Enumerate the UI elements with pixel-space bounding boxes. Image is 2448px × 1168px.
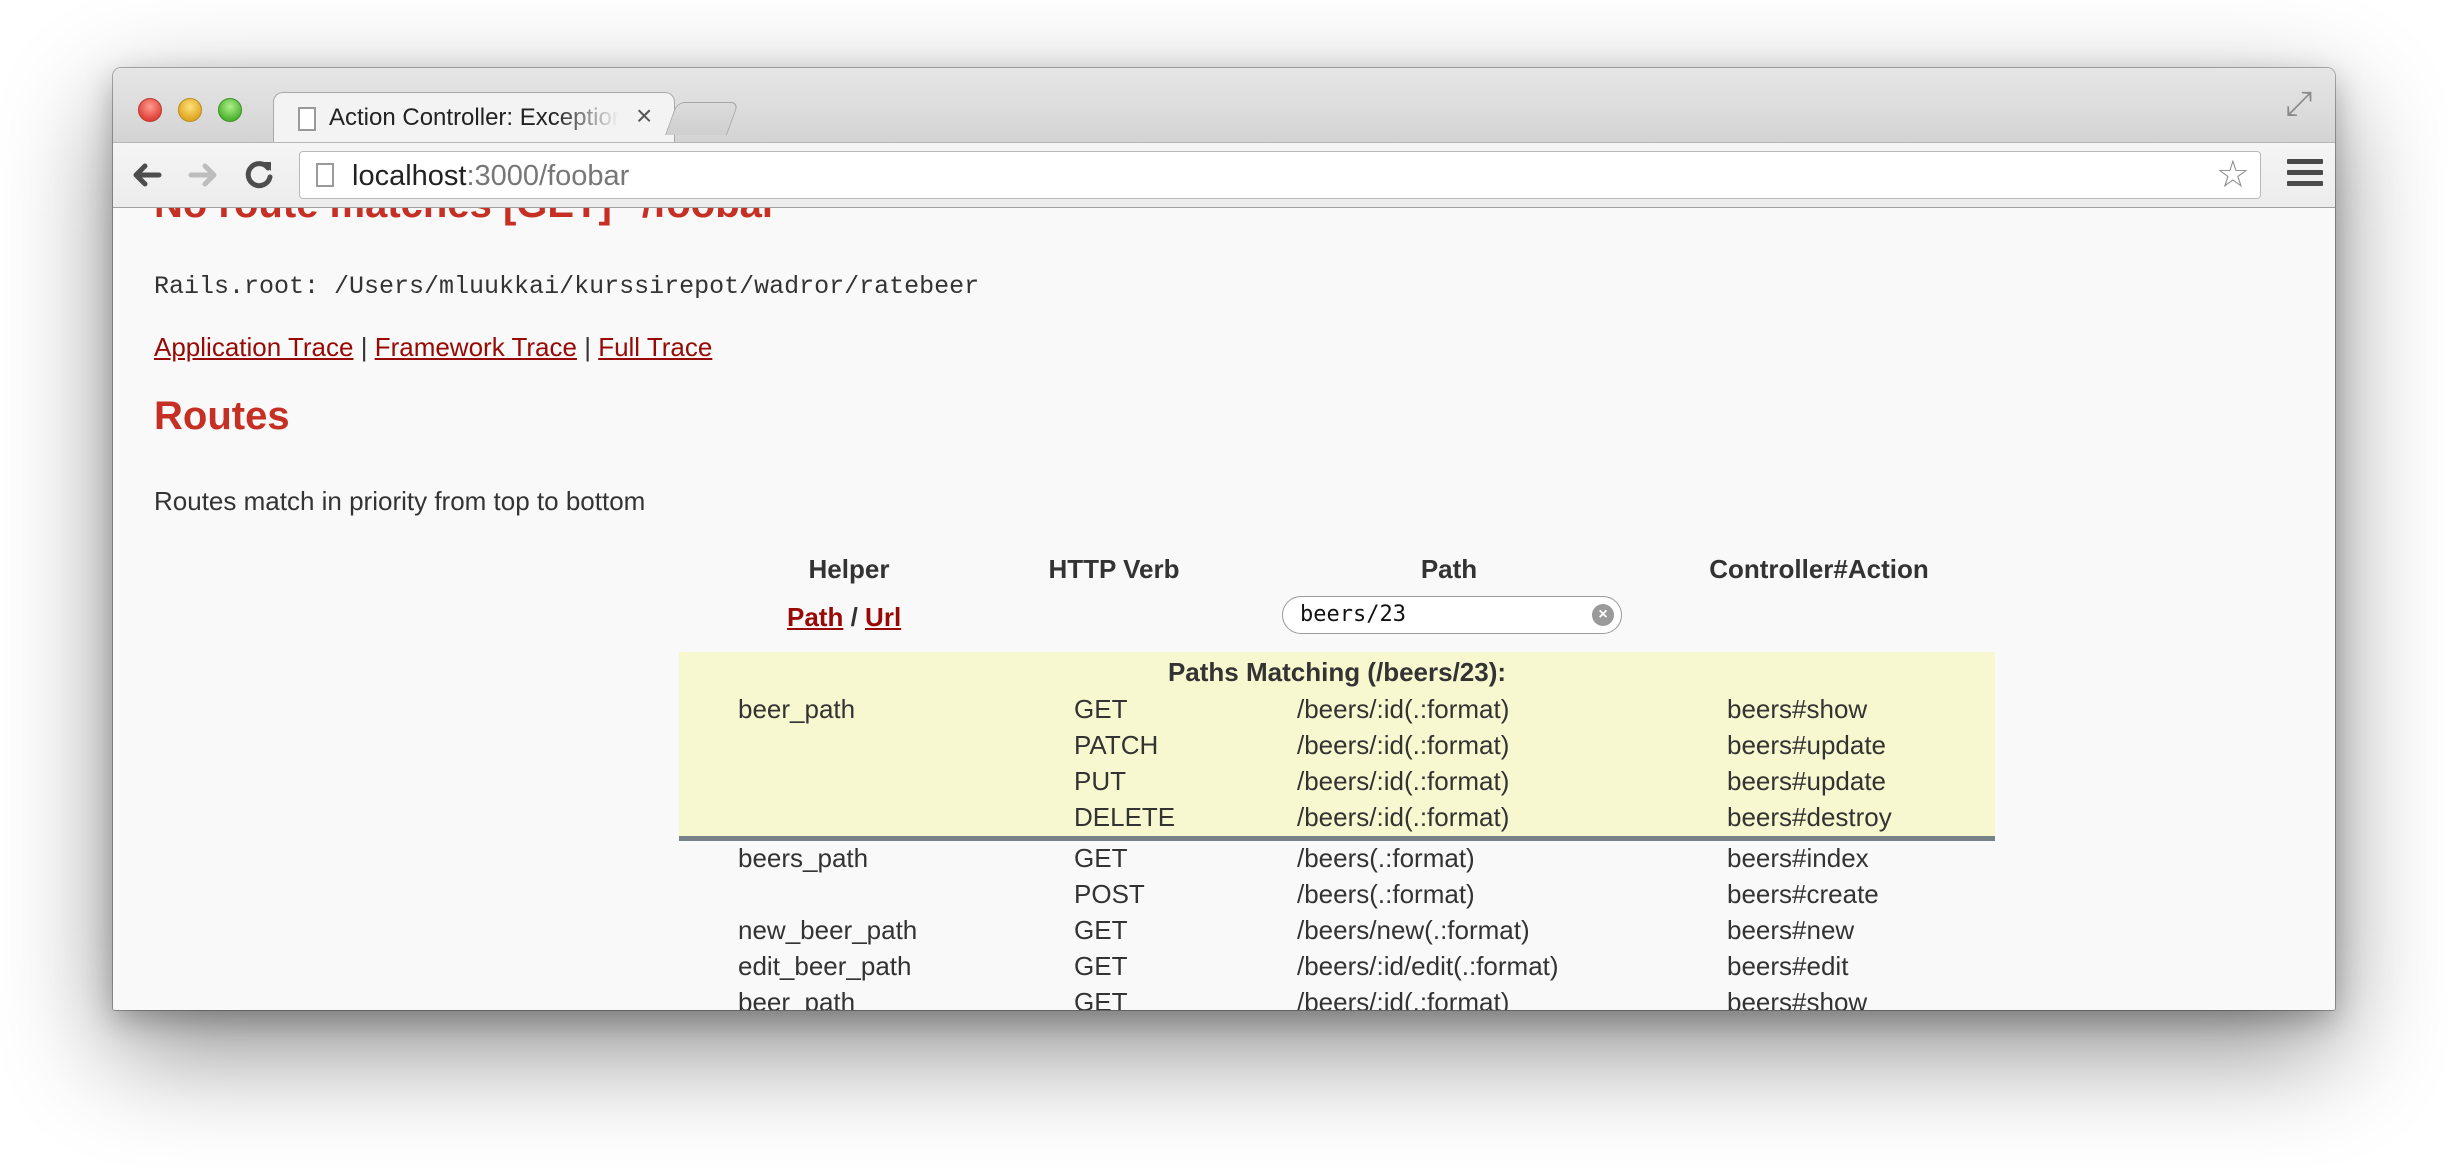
path-cell: /beers/new(.:format) xyxy=(1297,915,1530,945)
path-cell: /beers/:id(.:format) xyxy=(1297,730,1510,760)
path-link[interactable]: Path xyxy=(787,602,843,632)
helper-cell: edit_beer_path xyxy=(738,951,912,981)
zoom-window-button[interactable] xyxy=(218,98,242,122)
action-cell: beers#show xyxy=(1727,987,1868,1010)
header-controller-action: Controller#Action xyxy=(1709,554,1929,584)
action-cell: beers#create xyxy=(1727,879,1879,909)
reload-icon[interactable] xyxy=(237,153,281,197)
table-row: edit_beer_path GET /beers/:id/edit(.:for… xyxy=(679,949,1995,985)
table-row: PUT /beers/:id(.:format) beers#update xyxy=(679,764,1995,800)
tab-active[interactable]: Action Controller: Exception caught × xyxy=(273,92,675,145)
action-cell: beers#index xyxy=(1727,843,1869,873)
action-cell: beers#destroy xyxy=(1727,802,1892,832)
verb-cell: PATCH xyxy=(1074,730,1159,760)
verb-cell: PUT xyxy=(1074,766,1126,796)
browser-toolbar: localhost:3000/foobar ☆ xyxy=(113,142,2335,208)
page-viewport[interactable]: No route matches [GET] "/foobar" Rails.r… xyxy=(113,208,2335,1010)
error-heading: No route matches [GET] "/foobar" xyxy=(154,208,796,227)
separator: | xyxy=(584,332,591,362)
url-host: localhost xyxy=(352,160,467,192)
separator: | xyxy=(360,332,368,362)
routes-intro: Routes match in priority from top to bot… xyxy=(154,486,646,516)
new-tab-button[interactable] xyxy=(664,102,740,135)
path-cell: /beers/:id(.:format) xyxy=(1297,694,1510,724)
url-path: :3000/foobar xyxy=(466,160,630,192)
action-cell: beers#show xyxy=(1727,694,1868,724)
tab-close-icon[interactable]: × xyxy=(636,100,652,131)
framework-trace-link[interactable]: Framework Trace xyxy=(375,332,577,362)
helper-cell: beers_path xyxy=(738,843,869,873)
path-cell: /beers(.:format) xyxy=(1297,843,1475,873)
path-cell: /beers/:id/edit(.:format) xyxy=(1297,951,1559,981)
table-row: PATCH /beers/:id(.:format) beers#update xyxy=(679,728,1995,764)
header-http-verb: HTTP Verb xyxy=(1048,554,1180,584)
verb-cell: GET xyxy=(1074,987,1128,1010)
tab-title: Action Controller: Exception caught xyxy=(329,104,619,131)
path-search-input[interactable]: beers/23 × xyxy=(1282,596,1622,634)
url-link[interactable]: Url xyxy=(865,602,901,632)
path-cell: /beers(.:format) xyxy=(1297,879,1475,909)
minimize-window-button[interactable] xyxy=(178,98,202,122)
tab-strip: Action Controller: Exception caught × ⤢ xyxy=(113,68,2335,145)
routes-table: Helper HTTP Verb Path Controller#Action … xyxy=(679,548,1995,1010)
browser-window: Action Controller: Exception caught × ⤢ … xyxy=(113,68,2335,1010)
address-bar[interactable]: localhost:3000/foobar ☆ xyxy=(299,151,2261,199)
table-row: beer_path GET /beers/:id(.:format) beers… xyxy=(679,985,1995,1010)
action-cell: beers#new xyxy=(1727,915,1855,945)
all-routes: beers_path GET /beers(.:format) beers#in… xyxy=(679,841,1995,1010)
action-cell: beers#update xyxy=(1727,730,1887,760)
verb-cell: DELETE xyxy=(1074,802,1176,832)
table-row: POST /beers(.:format) beers#create xyxy=(679,877,1995,913)
path-cell: /beers/:id(.:format) xyxy=(1297,802,1510,832)
helper-cell: new_beer_path xyxy=(738,915,918,945)
application-trace-link[interactable]: Application Trace xyxy=(154,332,353,362)
routes-heading: Routes xyxy=(154,394,290,438)
verb-cell: GET xyxy=(1074,694,1128,724)
path-cell: /beers/:id(.:format) xyxy=(1297,987,1510,1010)
bookmark-star-icon[interactable]: ☆ xyxy=(2216,154,2250,196)
table-row: new_beer_path GET /beers/new(.:format) b… xyxy=(679,913,1995,949)
close-window-button[interactable] xyxy=(138,98,162,122)
match-title: Paths Matching (/beers/23): xyxy=(1167,657,1507,687)
trace-links: Application Trace | Framework Trace | Fu… xyxy=(154,332,712,363)
routes-table-header: Helper HTTP Verb Path Controller#Action xyxy=(679,548,1995,594)
verb-cell: POST xyxy=(1074,879,1145,909)
full-trace-link[interactable]: Full Trace xyxy=(598,332,712,362)
slash: / xyxy=(850,602,858,632)
action-cell: beers#edit xyxy=(1727,951,1849,981)
back-icon[interactable] xyxy=(125,153,169,197)
rails-root: Rails.root: /Users/mluukkai/kurssirepot/… xyxy=(154,272,980,301)
menu-icon[interactable] xyxy=(2287,155,2323,195)
table-row: beers_path GET /beers(.:format) beers#in… xyxy=(679,841,1995,877)
routes-table-subheader: Path / Url beers/23 × xyxy=(679,594,1995,650)
verb-cell: GET xyxy=(1074,843,1128,873)
page-icon xyxy=(298,107,316,131)
path-url-toggle: Path / Url xyxy=(787,602,901,633)
header-path: Path xyxy=(1420,554,1478,584)
verb-cell: GET xyxy=(1074,951,1128,981)
path-cell: /beers/:id(.:format) xyxy=(1297,766,1510,796)
page-icon xyxy=(316,163,334,187)
helper-cell: beer_path xyxy=(738,694,856,724)
action-cell: beers#update xyxy=(1727,766,1887,796)
verb-cell: GET xyxy=(1074,915,1128,945)
url-text[interactable]: localhost:3000/foobar xyxy=(352,160,629,193)
header-helper: Helper xyxy=(808,554,890,584)
helper-cell: beer_path xyxy=(738,987,856,1010)
clear-search-icon[interactable]: × xyxy=(1592,604,1614,626)
fullscreen-icon[interactable]: ⤢ xyxy=(2279,84,2319,124)
matching-paths: Paths Matching (/beers/23): beer_path GE… xyxy=(679,652,1995,841)
table-row: DELETE /beers/:id(.:format) beers#destro… xyxy=(679,800,1995,836)
table-row: beer_path GET /beers/:id(.:format) beers… xyxy=(679,692,1995,728)
search-value: beers/23 xyxy=(1300,602,1406,627)
forward-icon[interactable] xyxy=(181,153,225,197)
